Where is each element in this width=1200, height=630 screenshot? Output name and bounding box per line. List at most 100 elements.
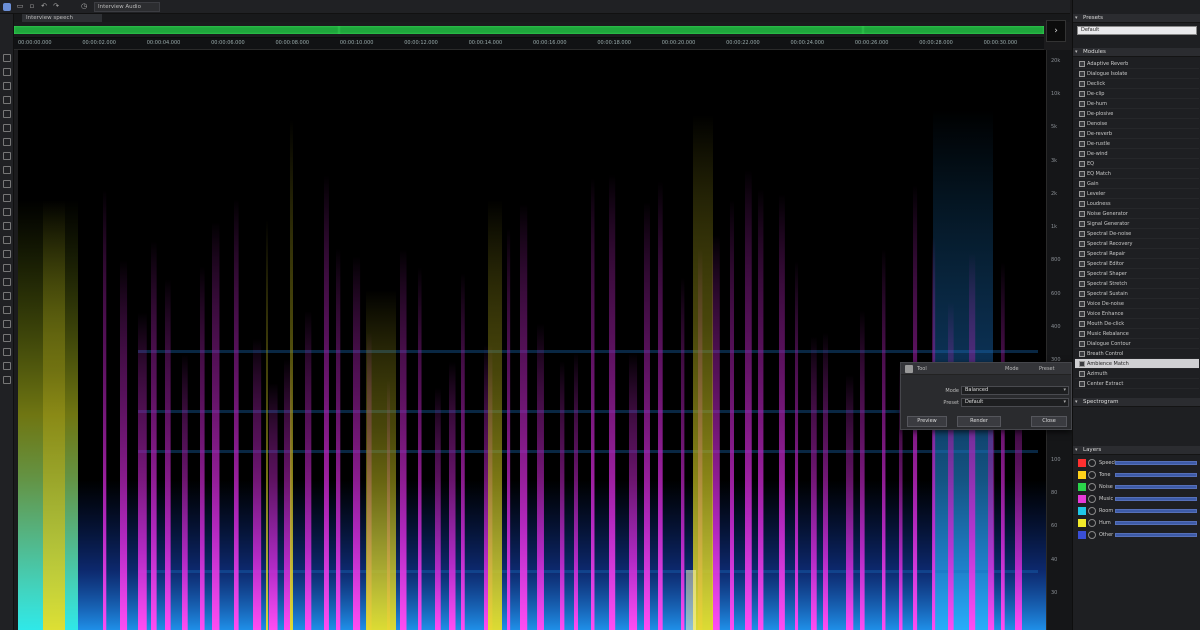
modules-section-header[interactable]: ▾ Modules (1073, 48, 1200, 57)
layer-row[interactable]: Music (1075, 494, 1199, 504)
tab-active-file[interactable]: Interview speech (22, 14, 102, 22)
module-item[interactable]: Spectral Shaper (1075, 269, 1199, 279)
history-icon[interactable]: ◷ (80, 2, 88, 11)
undo-icon[interactable]: ↶ (40, 2, 48, 11)
marker-icon[interactable] (3, 306, 11, 314)
render-button[interactable]: Render (957, 416, 1001, 427)
module-item[interactable]: Leveler (1075, 189, 1199, 199)
module-item[interactable]: Dialogue Contour (1075, 339, 1199, 349)
layer-color-swatch[interactable] (1078, 459, 1086, 467)
module-item[interactable]: Adaptive Reverb (1075, 59, 1199, 69)
layer-color-swatch[interactable] (1078, 507, 1086, 515)
brush-icon[interactable] (3, 124, 11, 132)
layer-color-swatch[interactable] (1078, 531, 1086, 539)
preset-select[interactable]: Default ▾ (961, 398, 1069, 407)
preview-button[interactable]: Preview (907, 416, 947, 427)
layer-row[interactable]: Hum (1075, 518, 1199, 528)
module-item[interactable]: EQ Match (1075, 169, 1199, 179)
module-item[interactable]: Spectral De-noise (1075, 229, 1199, 239)
grid-icon[interactable] (3, 278, 11, 286)
module-item[interactable]: Spectral Sustain (1075, 289, 1199, 299)
snap-icon[interactable] (3, 264, 11, 272)
visibility-icon[interactable] (1088, 483, 1096, 491)
module-item[interactable]: Ambience Match (1075, 359, 1199, 369)
layer-gain-bar[interactable] (1115, 497, 1197, 501)
visibility-icon[interactable] (1088, 507, 1096, 515)
mode-select[interactable]: Balanced ▾ (961, 386, 1069, 395)
dialog-title-bar[interactable]: Tool Mode Preset (901, 363, 1071, 375)
lasso-icon[interactable] (3, 110, 11, 118)
module-item[interactable]: Dialogue Isolate (1075, 69, 1199, 79)
visibility-icon[interactable] (1088, 459, 1096, 467)
layer-row[interactable]: Tone (1075, 470, 1199, 480)
module-item[interactable]: Azimuth (1075, 369, 1199, 379)
module-item[interactable]: Voice Enhance (1075, 309, 1199, 319)
module-item[interactable]: Declick (1075, 79, 1199, 89)
module-item[interactable]: De-rustle (1075, 139, 1199, 149)
layer-gain-bar[interactable] (1115, 473, 1197, 477)
module-item[interactable]: Spectral Stretch (1075, 279, 1199, 289)
module-item[interactable]: Spectral Repair (1075, 249, 1199, 259)
waveform-overview[interactable] (14, 22, 1044, 38)
module-item[interactable]: Noise Generator (1075, 209, 1199, 219)
redo-icon[interactable]: ↷ (52, 2, 60, 11)
arrow-tool-icon[interactable] (3, 54, 11, 62)
module-item[interactable]: Gain (1075, 179, 1199, 189)
spectrum-icon[interactable] (3, 348, 11, 356)
module-item[interactable]: Denoise (1075, 119, 1199, 129)
layers-section-header[interactable]: ▾ Layers (1073, 446, 1200, 455)
visibility-icon[interactable] (1088, 519, 1096, 527)
module-item[interactable]: Center Extract (1075, 379, 1199, 389)
close-button[interactable]: Close (1031, 416, 1067, 427)
color-icon[interactable] (3, 362, 11, 370)
hand-icon[interactable] (3, 166, 11, 174)
layer-color-swatch[interactable] (1078, 483, 1086, 491)
module-item[interactable]: De-reverb (1075, 129, 1199, 139)
box-select-icon[interactable] (3, 96, 11, 104)
eraser-icon[interactable] (3, 194, 11, 202)
layer-color-swatch[interactable] (1078, 495, 1086, 503)
visibility-icon[interactable] (1088, 471, 1096, 479)
layer-gain-bar[interactable] (1115, 533, 1197, 537)
waveform-icon[interactable] (3, 334, 11, 342)
open-file-icon[interactable]: ▭ (16, 2, 24, 11)
frequency-scale[interactable]: 20k10k5k3k2k1k80060040030020015010080604… (1046, 50, 1072, 630)
layer-row[interactable]: Other (1075, 530, 1199, 540)
eye-icon[interactable] (3, 320, 11, 328)
preset-field[interactable]: Default (1077, 26, 1197, 35)
module-dialog[interactable]: Tool Mode Preset Mode Balanced ▾ Preset … (900, 362, 1072, 430)
presets-section-header[interactable]: ▾ Presets (1073, 14, 1200, 23)
module-item[interactable]: Breath Control (1075, 349, 1199, 359)
module-item[interactable]: Signal Generator (1075, 219, 1199, 229)
spectrogram-view[interactable] (18, 50, 1046, 630)
layer-gain-bar[interactable] (1115, 461, 1197, 465)
module-item[interactable]: Spectral Editor (1075, 259, 1199, 269)
spectrogram-section-header[interactable]: ▾ Spectrogram (1073, 398, 1200, 407)
layer-row[interactable]: Noise (1075, 482, 1199, 492)
module-item[interactable]: Music Rebalance (1075, 329, 1199, 339)
module-item[interactable]: De-hum (1075, 99, 1199, 109)
layer-gain-bar[interactable] (1115, 509, 1197, 513)
spectrogram-canvas[interactable] (18, 50, 1046, 630)
lock-icon[interactable] (3, 376, 11, 384)
pencil-icon[interactable] (3, 180, 11, 188)
visibility-icon[interactable] (1088, 531, 1096, 539)
module-item[interactable]: EQ (1075, 159, 1199, 169)
module-item[interactable]: Loudness (1075, 199, 1199, 209)
layer-gain-bar[interactable] (1115, 521, 1197, 525)
harmonic-icon[interactable] (3, 222, 11, 230)
gain-icon[interactable] (3, 208, 11, 216)
layer-row[interactable]: Room (1075, 506, 1199, 516)
time-select-icon[interactable] (3, 68, 11, 76)
cursor-icon[interactable] (3, 292, 11, 300)
module-item[interactable]: Voice De-noise (1075, 299, 1199, 309)
zoom-icon[interactable] (3, 152, 11, 160)
module-item[interactable]: De-clip (1075, 89, 1199, 99)
visibility-icon[interactable] (1088, 495, 1096, 503)
file-name-field[interactable]: Interview Audio (94, 2, 160, 12)
save-icon[interactable]: ▫ (28, 2, 36, 11)
mute-icon[interactable] (3, 236, 11, 244)
chevron-right-icon[interactable]: › (1046, 20, 1066, 42)
module-item[interactable]: De-wind (1075, 149, 1199, 159)
module-item[interactable]: Spectral Recovery (1075, 239, 1199, 249)
